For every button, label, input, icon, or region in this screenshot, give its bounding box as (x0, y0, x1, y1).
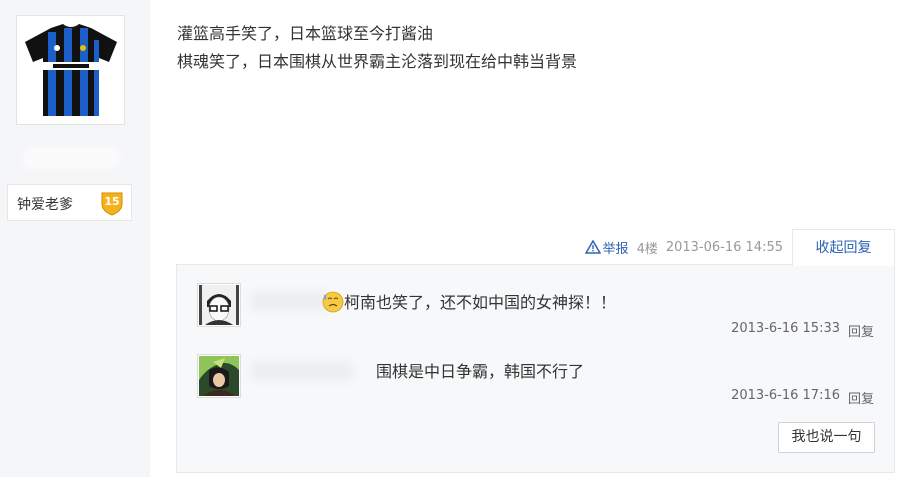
reply-content: 柯南也笑了，还不如中国的女神探！！ (322, 289, 616, 313)
warning-icon (584, 240, 601, 254)
author-name-blurred (22, 147, 120, 169)
post-meta: 举报 4楼 2013-06-16 14:55 (584, 237, 783, 257)
author-level-box[interactable]: 钟爱老爹 15 (7, 184, 132, 221)
level-name: 钟爱老爹 (17, 197, 73, 213)
inter-milan-jersey-icon (25, 24, 117, 116)
sweat-emoji-icon (322, 291, 344, 313)
reply-area: 柯南也笑了，还不如中国的女神探！！ 2013-6-16 15:33 回复 围棋是… (176, 264, 895, 473)
reply-username-blurred (249, 291, 331, 311)
reply-button[interactable]: 回复 (848, 321, 874, 340)
reply-avatar[interactable] (197, 283, 241, 327)
floor-number: 4楼 (636, 241, 658, 257)
reply-time: 2013-6-16 17:16 (731, 388, 840, 403)
level-number: 15 (104, 195, 119, 208)
reply-meta: 2013-6-16 15:33 回复 (731, 321, 874, 340)
level-badge-icon: 15 (101, 192, 123, 216)
anime-character-avatar-icon (199, 356, 239, 396)
report-link[interactable]: 举报 (584, 238, 629, 257)
post-date: 2013-06-16 14:55 (665, 239, 783, 255)
reply-username-blurred (249, 361, 354, 381)
report-label: 举报 (602, 241, 629, 257)
reply-meta: 2013-6-16 17:16 回复 (731, 388, 874, 407)
reply-avatar[interactable] (197, 354, 241, 398)
author-avatar[interactable] (16, 15, 125, 125)
collapse-reply-button[interactable]: 收起回复 (792, 229, 895, 266)
post-line: 灌篮高手笑了，日本篮球至今打酱油 (177, 24, 434, 43)
add-reply-button[interactable]: 我也说一句 (778, 422, 875, 453)
reply-time: 2013-6-16 15:33 (731, 321, 840, 336)
reply-text: 围棋是中日争霸，韩国不行了 (376, 362, 585, 381)
post-content: 灌篮高手笑了，日本篮球至今打酱油 棋魂笑了，日本围棋从世界霸主沦落到现在给中韩当… (177, 20, 577, 76)
glasses-person-avatar-icon (199, 285, 239, 325)
post-line: 棋魂笑了，日本围棋从世界霸主沦落到现在给中韩当背景 (177, 52, 578, 71)
reply-button[interactable]: 回复 (848, 388, 874, 407)
reply-content: 围棋是中日争霸，韩国不行了 (376, 358, 584, 382)
reply-text: 柯南也笑了，还不如中国的女神探！！ (344, 293, 617, 312)
author-sidebar: 钟爱老爹 15 (0, 0, 150, 477)
